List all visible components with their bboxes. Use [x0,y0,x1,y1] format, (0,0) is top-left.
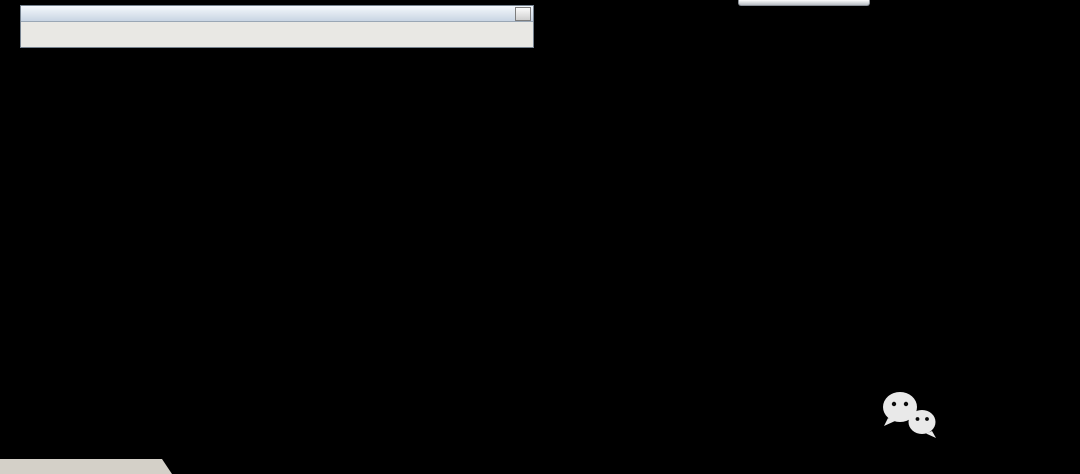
plugin-toolbar-window [20,5,534,48]
watermark [880,390,948,440]
wechat-icon [880,390,938,440]
toolbar-title-bar[interactable] [21,6,533,22]
layout-tab-strip [0,459,177,474]
background-window-fragment [738,0,870,6]
toolbar-icon-row [21,22,533,47]
application-window [0,0,1080,474]
close-icon[interactable] [515,7,531,21]
